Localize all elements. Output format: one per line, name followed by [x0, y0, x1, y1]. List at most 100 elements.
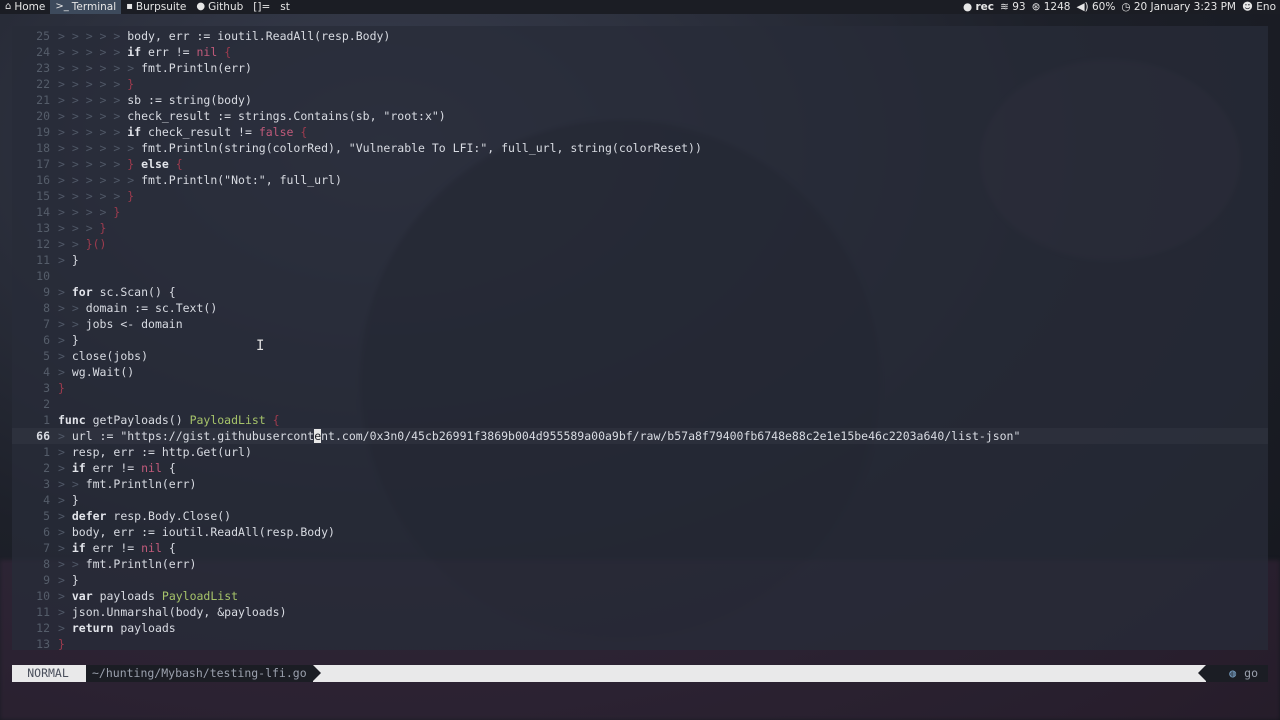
code-line[interactable]: 14 > > > > } [12, 204, 1268, 220]
workspace-github[interactable]: ● Github [191, 0, 248, 14]
line-code: > > > > > check_result := strings.Contai… [58, 108, 446, 124]
code-line[interactable]: 25 > > > > > body, err := ioutil.ReadAll(… [12, 28, 1268, 44]
code-line[interactable]: 15 > > > > > } [12, 188, 1268, 204]
workspace-terminal[interactable]: >_ Terminal [50, 0, 122, 14]
code-token: } [71, 333, 79, 347]
code-line[interactable]: 1 > resp, err := http.Get(url) [12, 444, 1268, 460]
memory-status[interactable]: ⊛ 1248 [1032, 0, 1071, 14]
code-token: }() [85, 237, 107, 251]
code-line[interactable]: 2 [12, 396, 1268, 412]
code-line[interactable]: 12 > return payloads [12, 620, 1268, 636]
home-icon: ⌂ [5, 1, 12, 12]
line-code: > close(jobs) [58, 348, 148, 364]
code-token: if [71, 541, 86, 555]
line-number: 2 [43, 397, 50, 411]
code-line[interactable]: 23 > > > > > > fmt.Println(err) [12, 60, 1268, 76]
code-line[interactable]: 8 > > fmt.Println(err) [12, 556, 1268, 572]
workspace-home[interactable]: ⌂ Home [0, 0, 50, 14]
layout-indicator[interactable]: []= [248, 0, 275, 14]
code-line[interactable]: 6 > body, err := ioutil.ReadAll(resp.Body… [12, 524, 1268, 540]
line-number: 23 [36, 61, 50, 75]
code-line[interactable]: 5 > defer resp.Body.Close() [12, 508, 1268, 524]
code-line[interactable]: 11 > } [12, 252, 1268, 268]
code-token: resp, err := http.Get(url) [71, 445, 252, 459]
window-title-text: st [280, 1, 290, 13]
code-token: > > > > > > [58, 173, 142, 187]
code-line[interactable]: 13 > > > } [12, 220, 1268, 236]
line-code: > > > > > } else { [58, 156, 183, 172]
code-line[interactable]: 9 > for sc.Scan() { [12, 284, 1268, 300]
code-line[interactable]: 6 > } [12, 332, 1268, 348]
code-line[interactable]: 8 > > domain := sc.Text() [12, 300, 1268, 316]
code-token: } [71, 573, 79, 587]
code-line[interactable]: 7 > if err != nil { [12, 540, 1268, 556]
code-token: err != [141, 45, 197, 59]
terminal-window[interactable]: 25 > > > > > body, err := ioutil.ReadAll(… [12, 26, 1268, 652]
current-code-line[interactable]: 66 > url := "https://gist.githubuserconte… [12, 428, 1268, 444]
code-line[interactable]: 13} [12, 636, 1268, 652]
rec-indicator[interactable]: ● rec [963, 0, 994, 14]
code-line[interactable]: 19 > > > > > if check_result != false { [12, 124, 1268, 140]
line-code: > } [58, 332, 79, 348]
clock[interactable]: ◷ 20 January 3:23 PM [1121, 0, 1236, 14]
code-token: } [127, 189, 135, 203]
rec-label: rec [975, 1, 995, 13]
code-token: > > [58, 301, 86, 315]
code-token: wg.Wait() [71, 365, 135, 379]
code-token: nil [196, 45, 218, 59]
code-line[interactable]: 17 > > > > > } else { [12, 156, 1268, 172]
wifi-status[interactable]: ≋ 93 [1000, 0, 1026, 14]
code-line[interactable]: 10 > var payloads PayloadList [12, 588, 1268, 604]
code-line[interactable]: 12 > > }() [12, 236, 1268, 252]
code-token: > > > > > > [58, 141, 142, 155]
code-line[interactable]: 5 > close(jobs) [12, 348, 1268, 364]
line-code: > if err != nil { [58, 460, 176, 476]
code-line[interactable]: 20 > > > > > check_result := strings.Cont… [12, 108, 1268, 124]
code-token: > [58, 589, 72, 603]
code-line[interactable]: 16 > > > > > > fmt.Println("Not:", full_u… [12, 172, 1268, 188]
code-token: > > > > > [58, 77, 128, 91]
code-line[interactable]: 24 > > > > > if err != nil { [12, 44, 1268, 60]
code-token: if [127, 45, 142, 59]
code-line[interactable]: 18 > > > > > > fmt.Println(string(colorRe… [12, 140, 1268, 156]
line-number: 9 [43, 573, 50, 587]
code-line[interactable]: 21 > > > > > sb := string(body) [12, 92, 1268, 108]
top-bar: ⌂ Home >_ Terminal ▪ Burpsuite ● Github … [0, 0, 1280, 14]
code-line[interactable]: 10 [12, 268, 1268, 284]
code-line[interactable]: 3} [12, 380, 1268, 396]
line-code: > defer resp.Body.Close() [58, 508, 231, 524]
code-line[interactable]: 3 > > fmt.Println(err) [12, 476, 1268, 492]
code-token: > > [58, 477, 86, 491]
code-token: > [58, 429, 72, 443]
code-line[interactable]: 2 > if err != nil { [12, 460, 1268, 476]
user-name: Eno [1256, 1, 1276, 13]
code-line[interactable]: 22 > > > > > } [12, 76, 1268, 92]
code-line[interactable]: 9 > } [12, 572, 1268, 588]
code-line[interactable]: 7 > > jobs <- domain [12, 316, 1268, 332]
code-token: > [58, 461, 72, 475]
line-number: 10 [36, 589, 50, 603]
line-code: > resp, err := http.Get(url) [58, 444, 252, 460]
code-token: > [58, 253, 72, 267]
code-token: } [71, 253, 79, 267]
code-token: } [58, 381, 65, 395]
vim-statusline: NORMAL ~/hunting/Mybash/testing-lfi.go ◍… [12, 665, 1268, 682]
code-token: fmt.Println(string(colorRed), "Vulnerabl… [141, 141, 702, 155]
code-token: > [58, 365, 72, 379]
line-number: 4 [43, 365, 50, 379]
line-code: > json.Unmarshal(body, &payloads) [58, 604, 287, 620]
volume-icon: ◀) [1076, 1, 1089, 13]
user-menu[interactable]: ☻ Eno [1242, 0, 1276, 14]
code-token: sb := string(body) [127, 93, 252, 107]
workspace-burpsuite[interactable]: ▪ Burpsuite [121, 0, 191, 14]
code-token: json.Unmarshal(body, &payloads) [71, 605, 287, 619]
line-code: > > > > > > fmt.Println(err) [58, 60, 252, 76]
code-line[interactable]: 1 func getPayloads() PayloadList { [12, 412, 1268, 428]
code-line[interactable]: 4 > wg.Wait() [12, 364, 1268, 380]
code-line[interactable]: 11 > json.Unmarshal(body, &payloads) [12, 604, 1268, 620]
code-line[interactable]: 4 > } [12, 492, 1268, 508]
line-code: func getPayloads() PayloadList { [58, 412, 280, 428]
volume-status[interactable]: ◀) 60% [1076, 0, 1115, 14]
code-token: > > > > > [58, 109, 128, 123]
line-code: > > > > > if check_result != false { [58, 124, 307, 140]
